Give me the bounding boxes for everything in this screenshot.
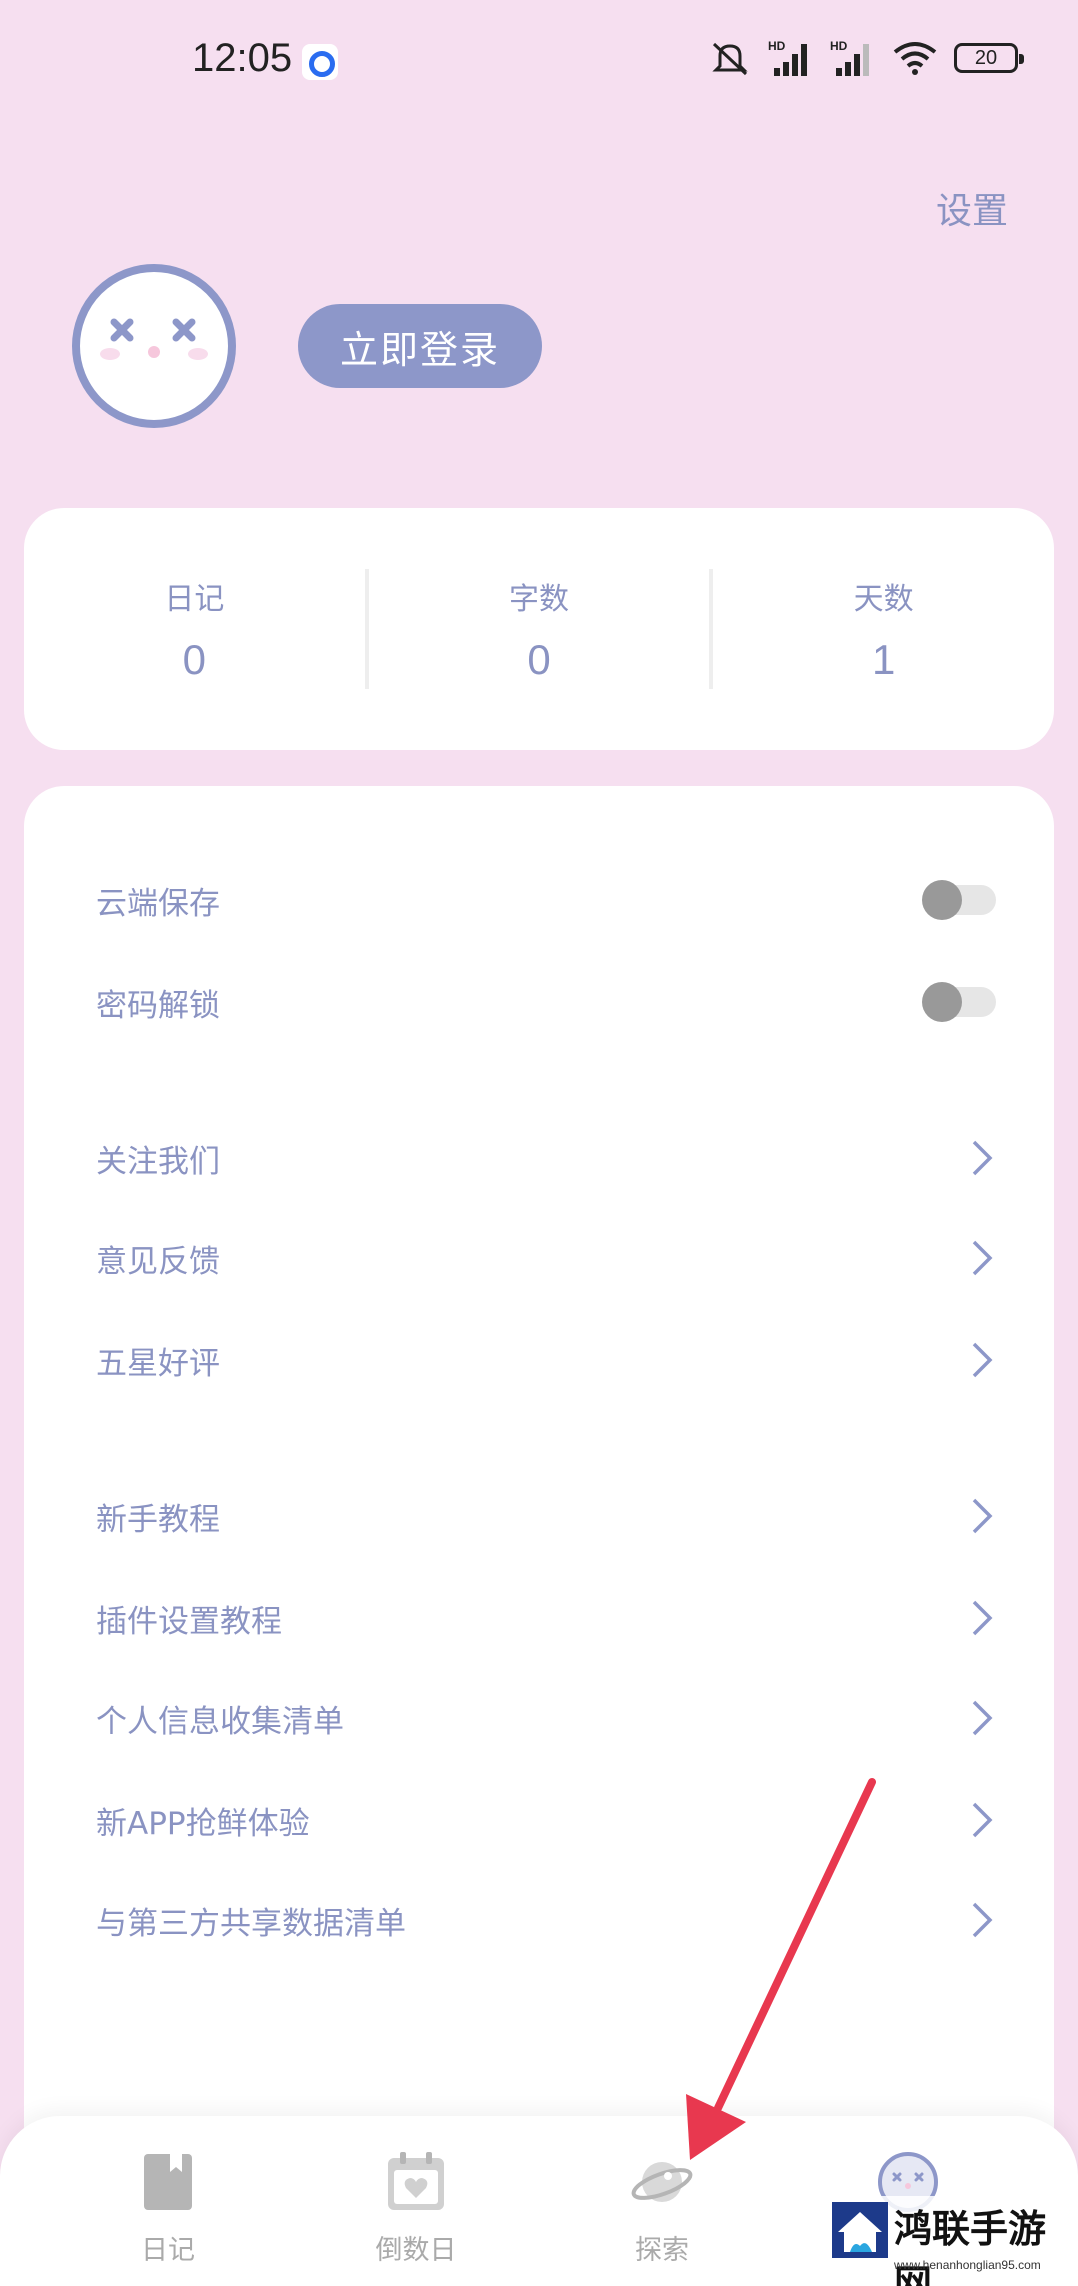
chevron-right-icon	[972, 1600, 993, 1636]
menu-item-rate[interactable]: 五星好评	[96, 1320, 996, 1400]
stat-value: 0	[527, 636, 551, 683]
menu-item-label: 新手教程	[96, 1501, 220, 1538]
nav-item-diary[interactable]: 日记	[88, 2150, 248, 2267]
chevron-right-icon	[972, 1700, 993, 1736]
svg-text:HD: HD	[830, 39, 848, 53]
menu-item-widget-tutorial[interactable]: 插件设置教程	[96, 1578, 996, 1658]
menu-item-label: 五星好评	[96, 1345, 220, 1382]
diary-icon	[144, 2154, 192, 2210]
menu-item-new-app[interactable]: 新APP抢鲜体验	[96, 1780, 996, 1860]
calendar-heart-icon	[388, 2152, 444, 2210]
stat-label: 字数	[509, 582, 569, 617]
menu-card: 云端保存 密码解锁 关注我们 意见反馈 五星好评 新手教程 插件设置教程 个人信…	[24, 786, 1054, 2286]
stat-label: 日记	[164, 582, 225, 617]
chevron-right-icon	[972, 1240, 993, 1276]
battery-icon: 20	[954, 43, 1024, 73]
stat-days[interactable]: 天数 1	[713, 574, 1054, 684]
menu-item-label: 插件设置教程	[96, 1603, 282, 1640]
toggle-row-cloud-save[interactable]: 云端保存	[96, 860, 996, 940]
menu-item-label: 关注我们	[96, 1143, 220, 1180]
cloud-save-toggle[interactable]	[922, 880, 996, 920]
signal-hd-icon: HD	[768, 39, 807, 76]
menu-item-feedback[interactable]: 意见反馈	[96, 1218, 996, 1298]
wifi-icon	[893, 42, 937, 75]
toggle-label: 密码解锁	[96, 987, 220, 1024]
nav-label: 倒数日	[375, 2235, 457, 2266]
toggle-row-password-lock[interactable]: 密码解锁	[96, 962, 996, 1042]
settings-link[interactable]: 设置	[936, 182, 1008, 234]
menu-item-personal-info-list[interactable]: 个人信息收集清单	[96, 1678, 996, 1758]
avatar-face-icon	[100, 318, 208, 360]
status-bar: 12:05 HD HD 20	[0, 0, 1078, 124]
stat-value: 0	[182, 636, 207, 683]
watermark: 鸿联手游网 www.henanhonglian95.com	[828, 2196, 1078, 2286]
svg-text:HD: HD	[768, 39, 786, 53]
chevron-right-icon	[972, 1802, 993, 1838]
signal-hd-icon: HD	[830, 39, 869, 76]
menu-item-label: 个人信息收集清单	[96, 1703, 344, 1740]
menu-item-label: 意见反馈	[96, 1243, 220, 1280]
planet-icon	[631, 2162, 693, 2202]
watermark-logo-icon	[832, 2202, 888, 2258]
watermark-url: www.henanhonglian95.com	[894, 2258, 1041, 2272]
mute-icon	[712, 42, 748, 76]
stat-diary[interactable]: 日记 0	[24, 574, 365, 684]
nav-item-countdown[interactable]: 倒数日	[336, 2150, 496, 2267]
nav-label: 日记	[141, 2235, 195, 2266]
login-button[interactable]: 立即登录	[298, 304, 542, 388]
chevron-right-icon	[972, 1140, 993, 1176]
stat-value: 1	[872, 636, 896, 683]
chevron-right-icon	[972, 1902, 993, 1938]
status-icons: HD HD 20	[708, 38, 1024, 78]
chevron-right-icon	[972, 1498, 993, 1534]
stats-card: 日记 0 字数 0 天数 1	[24, 508, 1054, 750]
menu-item-label: 与第三方共享数据清单	[96, 1905, 406, 1942]
app-notification-icon	[302, 44, 338, 80]
nav-label: 探索	[635, 2235, 689, 2266]
menu-item-follow-us[interactable]: 关注我们	[96, 1118, 996, 1198]
stat-label: 天数	[853, 582, 914, 617]
watermark-title: 鸿联手游网	[894, 2206, 1047, 2286]
menu-item-label: 新APP抢鲜体验	[96, 1805, 310, 1842]
toggle-label: 云端保存	[96, 885, 220, 922]
password-lock-toggle[interactable]	[922, 982, 996, 1022]
chevron-right-icon	[972, 1342, 993, 1378]
avatar[interactable]	[72, 264, 236, 428]
stat-word-count[interactable]: 字数 0	[369, 574, 710, 684]
menu-item-third-party-data[interactable]: 与第三方共享数据清单	[96, 1880, 996, 1960]
menu-item-tutorial[interactable]: 新手教程	[96, 1476, 996, 1556]
nav-item-explore[interactable]: 探索	[582, 2150, 742, 2267]
status-time: 12:05	[192, 36, 293, 80]
